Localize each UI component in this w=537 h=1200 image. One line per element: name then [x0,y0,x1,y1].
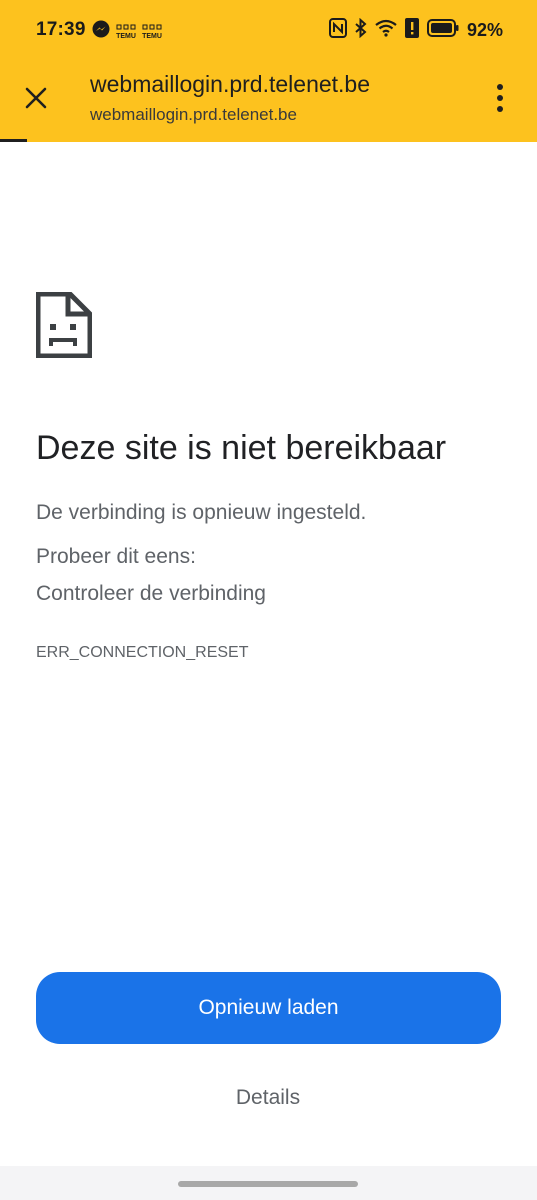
messenger-icon [92,20,110,43]
system-icons: 92% [328,17,503,43]
sad-page-icon [36,292,92,358]
reload-button[interactable]: Opnieuw laden [36,972,501,1044]
error-description: De verbinding is opnieuw ingesteld. [36,501,367,524]
load-progress-bar [0,139,27,142]
bluetooth-icon [355,17,367,43]
close-button[interactable] [18,80,54,116]
nfc-icon [328,18,347,43]
status-time: 17:39 [36,19,86,40]
suggestions-label: Probeer dit eens: [36,545,196,568]
temu-icon: TEMU [142,24,162,40]
notification-icons: TEMU TEMU [92,20,162,43]
status-bar: 17:39 TEMU TEMU 92% [0,0,537,62]
more-vert-icon [497,84,503,90]
battery-icon [426,19,459,42]
temu-icon: TEMU [116,24,136,40]
battery-percent: 92% [466,20,503,40]
details-button[interactable]: Details [168,1078,368,1118]
custom-tab-toolbar: webmaillogin.prd.telenet.be webmaillogin… [0,62,537,140]
home-gesture-handle[interactable] [178,1181,358,1187]
page-title[interactable]: webmaillogin.prd.telenet.be [90,71,370,98]
error-title: Deze site is niet bereikbaar [36,429,447,467]
close-icon [25,87,47,109]
alert-icon [404,18,419,43]
more-options-button[interactable] [487,80,513,116]
page-url[interactable]: webmaillogin.prd.telenet.be [90,105,297,125]
wifi-icon [375,19,397,42]
error-code: ERR_CONNECTION_RESET [36,644,249,661]
suggestion-item: Controleer de verbinding [36,582,266,605]
